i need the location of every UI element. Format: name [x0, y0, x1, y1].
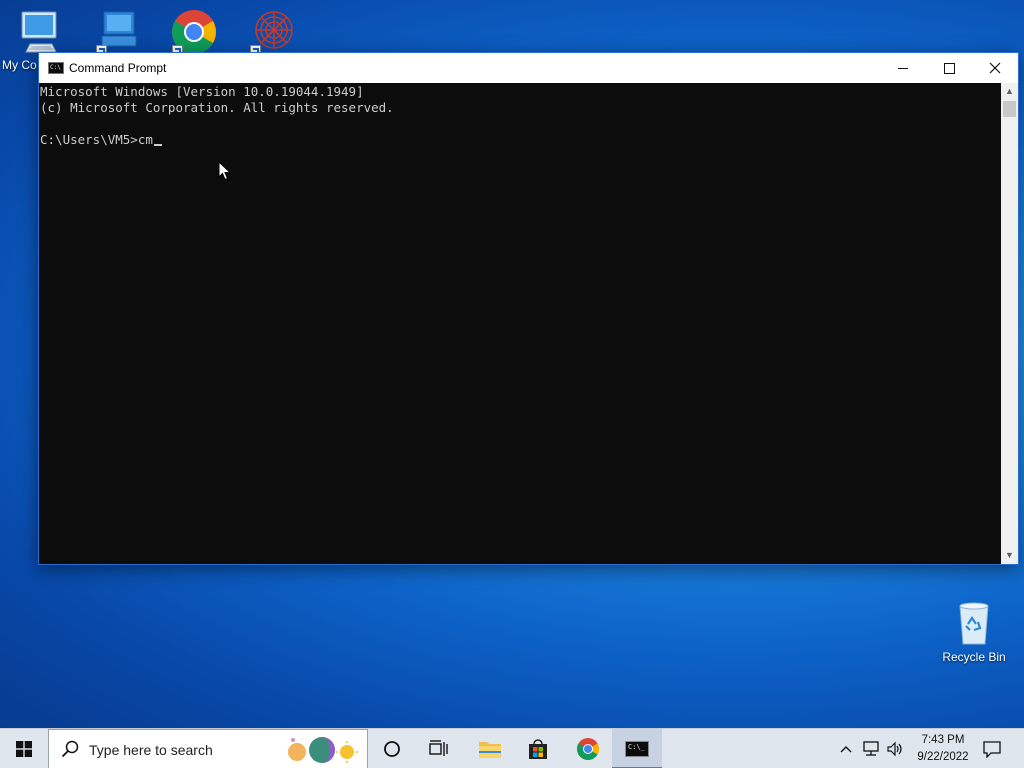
desktop-icon-my-computer[interactable]: My Co: [2, 8, 57, 72]
taskbar-chrome[interactable]: [564, 729, 612, 768]
taskbar-clock[interactable]: 7:43 PM 9/22/2022: [908, 732, 978, 766]
console-line: C:\Users\VM5>cm: [40, 132, 153, 147]
console-line: ​: [40, 116, 999, 132]
command-prompt-window[interactable]: C:\ Command Prompt Microsoft Windows [Ve…: [38, 52, 1019, 565]
minimize-button[interactable]: [880, 53, 926, 83]
window-titlebar[interactable]: C:\ Command Prompt: [39, 53, 1018, 83]
volume-button[interactable]: [884, 729, 906, 768]
desktop-icon-label: Recycle Bin: [942, 650, 1006, 664]
window-title: Command Prompt: [69, 61, 167, 75]
vertical-scrollbar[interactable]: ▲ ▼: [1001, 83, 1018, 564]
monitor-shortcut-icon: [94, 8, 142, 56]
computer-icon: [16, 8, 64, 56]
scroll-down-icon[interactable]: ▼: [1001, 547, 1018, 564]
store-bag-icon: [529, 739, 547, 759]
taskbar-search-box[interactable]: Type here to search: [48, 729, 368, 768]
close-icon: [989, 62, 1001, 74]
network-icon: [863, 741, 879, 756]
task-view-button[interactable]: [416, 729, 462, 768]
desktop-icon-chrome[interactable]: [158, 8, 230, 56]
show-hidden-icons-button[interactable]: [836, 729, 856, 768]
task-view-icon: [429, 740, 448, 756]
text-cursor: [153, 144, 162, 146]
cortana-circle-icon: [384, 741, 400, 757]
cortana-button[interactable]: [370, 729, 414, 768]
recycle-bin-icon: [950, 600, 998, 648]
red-starburst-icon: [248, 8, 296, 56]
mouse-pointer-icon: [218, 161, 232, 181]
chrome-icon: [577, 738, 599, 760]
folder-icon: [479, 742, 501, 758]
chrome-icon: [170, 8, 218, 56]
notification-icon: [983, 741, 1001, 758]
desktop-icon-shortcut-1[interactable]: [82, 8, 154, 56]
desktop-icon-recycle-bin[interactable]: Recycle Bin: [938, 600, 1010, 664]
minimize-icon: [898, 67, 908, 69]
taskbar-command-prompt[interactable]: C:\_: [612, 729, 662, 768]
desktop-icon-label: My Co: [2, 58, 37, 72]
search-icon: [61, 740, 79, 758]
scrollbar-thumb[interactable]: [1003, 101, 1016, 117]
speaker-icon: [887, 741, 902, 757]
search-placeholder: Type here to search: [89, 742, 213, 758]
start-button[interactable]: [0, 729, 48, 768]
cmd-app-icon: C:\: [48, 62, 64, 74]
scroll-up-icon[interactable]: ▲: [1001, 83, 1018, 100]
notification-center-button[interactable]: [970, 729, 1014, 768]
taskbar-file-explorer[interactable]: [466, 729, 514, 768]
clock-time: 7:43 PM: [921, 734, 965, 746]
windows-logo-icon: [16, 741, 32, 757]
console-line: Microsoft Windows [Version 10.0.19044.19…: [40, 84, 364, 99]
maximize-icon: [943, 62, 955, 74]
console-output[interactable]: Microsoft Windows [Version 10.0.19044.19…: [39, 83, 999, 564]
console-line: (c) Microsoft Corporation. All rights re…: [40, 100, 394, 115]
cmd-app-icon: C:\_: [625, 741, 649, 757]
maximize-button[interactable]: [926, 53, 972, 83]
network-button[interactable]: [860, 729, 882, 768]
taskbar-microsoft-store[interactable]: [514, 729, 562, 768]
clock-date: 9/22/2022: [917, 751, 969, 763]
desktop-icon-shortcut-3[interactable]: [236, 8, 308, 56]
search-highlights-icon: [288, 737, 358, 763]
console-prompt-line: C:\Users\VM5>cm: [40, 132, 999, 148]
taskbar: Type here to search C:\_ 7:43 PM 9/22/20…: [0, 728, 1024, 768]
close-button[interactable]: [972, 53, 1018, 83]
chevron-up-icon: [840, 746, 852, 753]
